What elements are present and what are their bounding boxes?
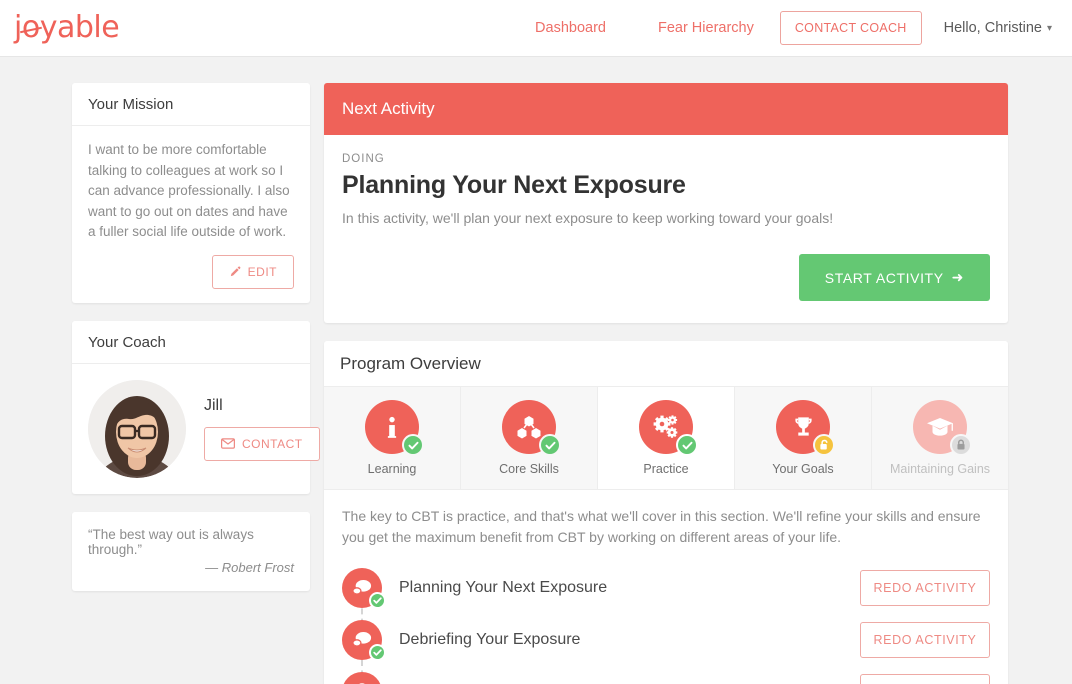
program-step-core-skills[interactable]: Core Skills: [461, 387, 598, 489]
mission-statement-text: I want to be more comfortable talking to…: [88, 142, 290, 240]
next-activity-body: DOING Planning Your Next Exposure In thi…: [324, 135, 1008, 323]
activity-title: Debriefing Your Exposure: [399, 631, 581, 648]
step-icon-group: [502, 400, 561, 456]
contact-coach-button[interactable]: CONTACT COACH: [779, 11, 922, 45]
activity-icon-group: [342, 568, 386, 609]
next-activity-description: In this activity, we'll plan your next e…: [342, 210, 834, 226]
redo-activity-button[interactable]: REDO ACTIVITY: [860, 622, 990, 658]
step-icon-group: [639, 400, 698, 456]
chevron-down-icon: ▾: [1046, 22, 1052, 34]
next-activity-card: Next Activity DOING Planning Your Next E…: [324, 83, 1008, 323]
next-activity-title: Planning Your Next Exposure: [342, 171, 686, 199]
page-content: Your Mission I want to be more comfortab…: [0, 57, 1072, 684]
coach-info: Jill CONTACT: [204, 397, 320, 461]
program-overview-card: Program Overview Learning Core Skills Pr…: [324, 341, 1008, 684]
your-coach-body: Jill CONTACT: [72, 364, 320, 494]
inspirational-quote-card: “The best way out is always through.” — …: [72, 511, 310, 591]
contact-coach-sidebar-button[interactable]: CONTACT: [204, 426, 320, 461]
coach-avatar-photo: [88, 379, 186, 478]
your-coach-title: Your Coach: [72, 321, 310, 364]
program-step-maintaining-gains[interactable]: Maintaining Gains: [872, 387, 1008, 489]
coach-name-label: Jill: [204, 396, 223, 414]
activity-row: Debriefing Your Exposure REDO ACTIVITY: [342, 614, 990, 666]
edit-mission-button[interactable]: EDIT: [211, 254, 294, 289]
step-icon-group: [365, 400, 424, 456]
main-column: Next Activity DOING Planning Your Next E…: [324, 83, 1008, 684]
joyable-logo[interactable]: j o yable: [10, 10, 120, 45]
check-badge: [369, 644, 386, 661]
program-steps: Learning Core Skills Practice Your Goals…: [324, 387, 1008, 490]
check-badge: [402, 434, 424, 456]
arrow-right-icon: ➜: [951, 269, 964, 285]
your-coach-card: Your Coach Jill CONTACT: [72, 320, 320, 494]
logo-text-part-j: j: [14, 10, 22, 45]
top-navigation-bar: j o yable Dashboard Fear Hierarchy CONTACT…: [0, 0, 1072, 57]
program-step-practice[interactable]: Practice: [598, 387, 735, 489]
coach-avatar: [88, 379, 186, 478]
redo-activity-button[interactable]: REDO ACTIVITY: [860, 674, 990, 684]
unlock-badge: [813, 434, 835, 456]
user-greeting-label: Hello, Christine: [943, 20, 1042, 36]
lock-badge: [950, 434, 972, 456]
check-badge: [369, 592, 386, 609]
activity-icon-group: [342, 620, 386, 661]
nav-right-group: Dashboard Fear Hierarchy CONTACT COACH H…: [509, 11, 1058, 45]
user-account-menu[interactable]: Hello, Christine ▾: [922, 20, 1058, 36]
logo-o-slashed: o: [21, 10, 40, 45]
step-label-your-goals: Your Goals: [772, 462, 834, 476]
step-label-practice: Practice: [643, 462, 689, 476]
activity-list: Planning Your Next Exposure REDO ACTIVIT…: [324, 554, 1008, 684]
lightbulb-icon: [342, 672, 382, 684]
step-label-maintaining-gains: Maintaining Gains: [889, 462, 991, 476]
quote-text: “The best way out is always through.”: [88, 526, 254, 557]
contact-coach-sidebar-label: CONTACT: [242, 436, 303, 451]
envelope-icon: [221, 438, 235, 449]
sidebar-column: Your Mission I want to be more comfortab…: [72, 83, 320, 684]
nav-link-fear-hierarchy[interactable]: Fear Hierarchy: [632, 20, 780, 36]
edit-mission-label: EDIT: [247, 264, 277, 279]
quote-author: — Robert Frost: [205, 559, 294, 575]
start-activity-label: START ACTIVITY: [824, 269, 944, 286]
program-step-your-goals[interactable]: Your Goals: [735, 387, 872, 489]
step-label-core-skills: Core Skills: [499, 462, 559, 476]
step-icon-group: [913, 400, 972, 456]
next-activity-header: Next Activity: [324, 83, 1008, 135]
activity-row: Planning Your Next Exposure REDO ACTIVIT…: [342, 562, 990, 614]
start-activity-actions: START ACTIVITY ➜: [342, 254, 990, 301]
activity-title: Planning Your Next Exposure: [399, 579, 608, 596]
activity-status-label: DOING: [342, 153, 385, 165]
redo-activity-button[interactable]: REDO ACTIVITY: [860, 570, 990, 606]
your-mission-title: Your Mission: [72, 83, 310, 126]
your-mission-body: I want to be more comfortable talking to…: [72, 126, 310, 303]
program-section-description: The key to CBT is practice, and that's w…: [342, 508, 981, 545]
pencil-icon: [229, 266, 241, 278]
start-activity-button[interactable]: START ACTIVITY ➜: [798, 254, 990, 301]
mission-actions: EDIT: [88, 254, 294, 289]
nav-link-dashboard[interactable]: Dashboard: [509, 20, 632, 36]
program-step-learning[interactable]: Learning: [324, 387, 461, 489]
logo-text-part-yable: yable: [39, 10, 120, 45]
activity-icon-group: [342, 672, 382, 684]
step-label-learning: Learning: [367, 462, 417, 476]
check-badge: [539, 434, 561, 456]
step-icon-group: [776, 400, 835, 456]
check-badge: [676, 434, 698, 456]
program-overview-title: Program Overview: [324, 341, 1008, 387]
activity-row: Thought Challenging REDO ACTIVITY: [342, 666, 990, 684]
your-mission-card: Your Mission I want to be more comfortab…: [72, 83, 310, 303]
